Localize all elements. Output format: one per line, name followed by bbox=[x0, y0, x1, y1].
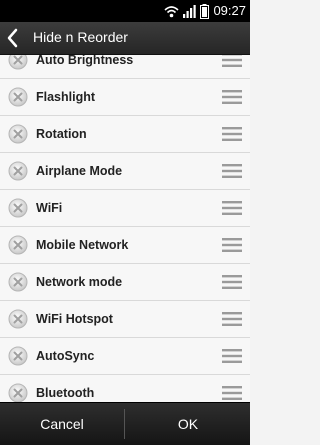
list-item[interactable]: Flashlight bbox=[0, 79, 250, 116]
battery-icon bbox=[200, 4, 209, 19]
list-item-label: WiFi bbox=[36, 190, 62, 226]
remove-circle-icon[interactable] bbox=[8, 235, 28, 255]
wifi-icon bbox=[164, 5, 179, 18]
drag-handle-icon[interactable] bbox=[222, 55, 242, 68]
remove-circle-icon[interactable] bbox=[8, 87, 28, 107]
list-item[interactable]: AutoSync bbox=[0, 338, 250, 375]
list-item-label: Mobile Network bbox=[36, 227, 128, 263]
drag-handle-icon[interactable] bbox=[222, 89, 242, 105]
status-time: 09:27 bbox=[213, 2, 246, 20]
drag-handle-icon[interactable] bbox=[222, 274, 242, 290]
list-item-label: Bluetooth bbox=[36, 375, 94, 402]
list-item-label: Airplane Mode bbox=[36, 153, 122, 189]
drag-handle-icon[interactable] bbox=[222, 385, 242, 401]
list-item-label: Flashlight bbox=[36, 79, 95, 115]
remove-circle-icon[interactable] bbox=[8, 198, 28, 218]
page-title: Hide n Reorder bbox=[33, 22, 128, 53]
drag-handle-icon[interactable] bbox=[222, 126, 242, 142]
button-divider bbox=[124, 409, 125, 439]
title-bar: Hide n Reorder bbox=[0, 22, 250, 55]
cancel-button[interactable]: Cancel bbox=[0, 403, 124, 445]
list-item-label: Network mode bbox=[36, 264, 122, 300]
list-item[interactable]: Bluetooth bbox=[0, 375, 250, 402]
list-item-label: AutoSync bbox=[36, 338, 94, 374]
remove-circle-icon[interactable] bbox=[8, 272, 28, 292]
drag-handle-icon[interactable] bbox=[222, 237, 242, 253]
remove-circle-icon[interactable] bbox=[8, 124, 28, 144]
drag-handle-icon[interactable] bbox=[222, 163, 242, 179]
list-item[interactable]: Airplane Mode bbox=[0, 153, 250, 190]
list-item[interactable]: Network mode bbox=[0, 264, 250, 301]
ok-button[interactable]: OK bbox=[126, 403, 250, 445]
remove-circle-icon[interactable] bbox=[8, 309, 28, 329]
drag-handle-icon[interactable] bbox=[222, 200, 242, 216]
signal-icon bbox=[183, 5, 196, 18]
list-item-label: Rotation bbox=[36, 116, 87, 152]
remove-circle-icon[interactable] bbox=[8, 383, 28, 402]
drag-handle-icon[interactable] bbox=[222, 348, 242, 364]
list-item[interactable]: Mobile Network bbox=[0, 227, 250, 264]
list-item[interactable]: Rotation bbox=[0, 116, 250, 153]
status-icons: 09:27 bbox=[164, 2, 246, 20]
drag-handle-icon[interactable] bbox=[222, 311, 242, 327]
status-bar: 09:27 bbox=[0, 0, 250, 22]
list-item[interactable]: WiFi bbox=[0, 190, 250, 227]
remove-circle-icon[interactable] bbox=[8, 346, 28, 366]
remove-circle-icon[interactable] bbox=[8, 55, 28, 70]
list-item-label: WiFi Hotspot bbox=[36, 301, 113, 337]
list-item-label: Auto Brightness bbox=[36, 55, 133, 78]
reorder-list[interactable]: Auto BrightnessFlashlightRotationAirplan… bbox=[0, 55, 250, 402]
bottom-action-bar: Cancel OK bbox=[0, 402, 250, 445]
list-item[interactable]: Auto Brightness bbox=[0, 55, 250, 79]
list-item[interactable]: WiFi Hotspot bbox=[0, 301, 250, 338]
remove-circle-icon[interactable] bbox=[8, 161, 28, 181]
back-chevron-icon[interactable] bbox=[3, 26, 23, 50]
